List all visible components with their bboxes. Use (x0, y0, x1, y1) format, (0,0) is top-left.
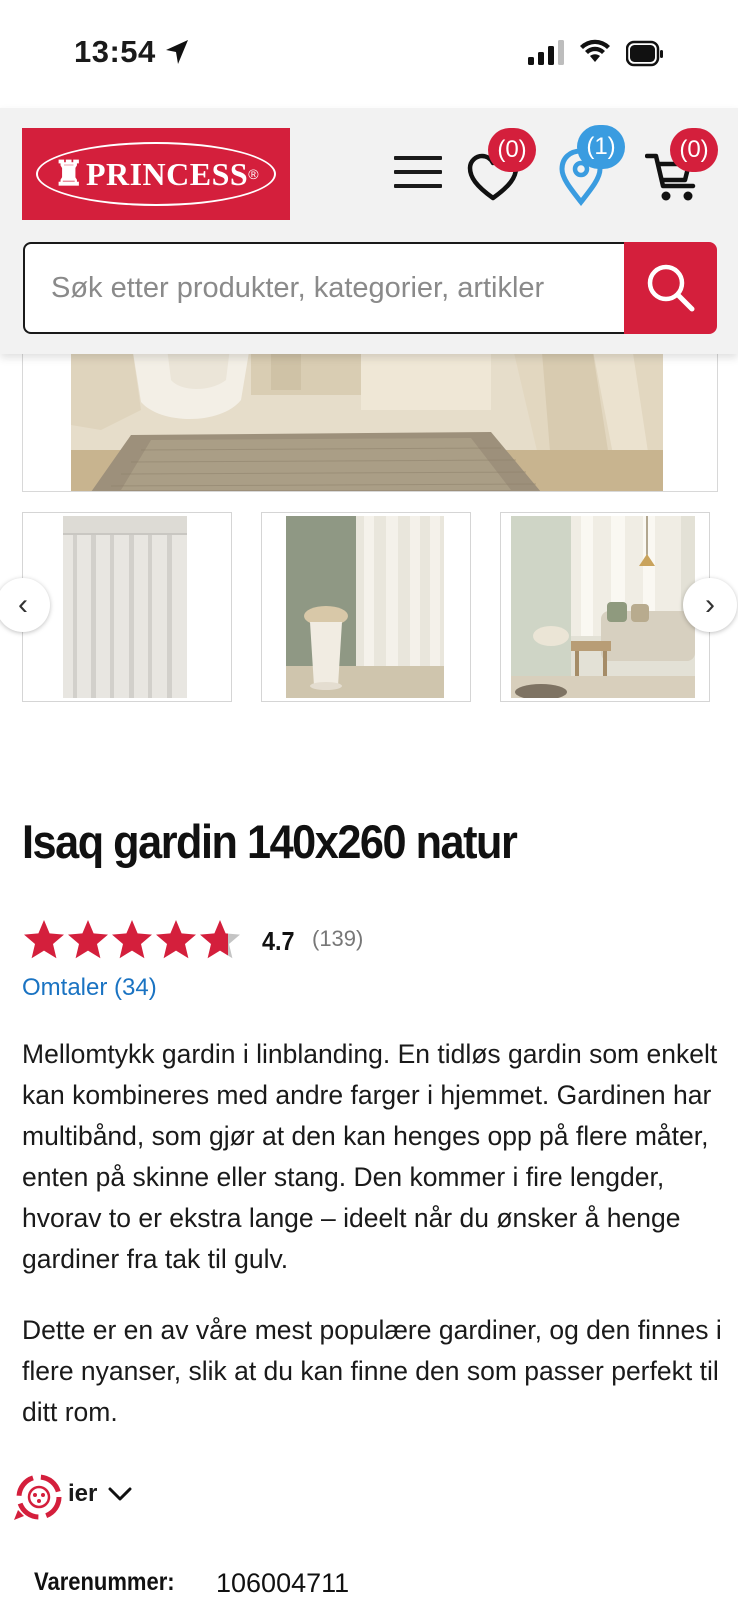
chat-widget-button[interactable] (12, 1470, 66, 1524)
logo-oval: ♜ PRINCESS ® (36, 142, 276, 206)
star-icon (156, 920, 196, 959)
chat-support-icon (14, 1474, 62, 1520)
hamburger-menu-icon[interactable] (394, 156, 442, 192)
status-time: 13:54 (74, 34, 156, 69)
main-product-photo (71, 340, 663, 491)
sku-value: 106004711 (216, 1568, 350, 1598)
thumbnail-window-photo (286, 516, 444, 698)
carousel-next-button[interactable]: › (683, 578, 737, 632)
sku-row: Varenummer: 106004711 (34, 1568, 734, 1600)
thumbnail-1[interactable] (22, 512, 232, 702)
status-bar: 13:54 (0, 0, 738, 108)
thumbnail-curtain-photo (63, 516, 187, 698)
star-icon (112, 920, 152, 959)
thumbnail-livingroom-photo (511, 516, 695, 698)
rating-stars (22, 918, 242, 964)
search-bar (23, 242, 717, 334)
sku-label: Varenummer: (34, 1568, 175, 1596)
rating-count: (139) (312, 926, 364, 951)
cart-count-badge: (0) (670, 128, 718, 172)
main-product-image[interactable] (22, 340, 718, 492)
princess-logo[interactable]: ♜ PRINCESS ® (22, 128, 290, 220)
site-header: ♜ PRINCESS ® (0) (1) (0) (0, 108, 738, 354)
thumbnail-2[interactable] (261, 512, 471, 702)
logo-text: PRINCESS (85, 155, 249, 192)
location-services-icon (166, 40, 188, 64)
star-icon (68, 920, 108, 959)
reviews-link[interactable]: Omtaler (34) (22, 974, 157, 1002)
store-count-badge: (1) (577, 125, 625, 169)
specifications-toggle-label: ier (68, 1480, 98, 1507)
logo-crown-icon: ♜ (53, 156, 84, 193)
product-title: Isaq gardin 140x260 natur (22, 815, 518, 868)
product-description-paragraph: Mellomtykk gardin i linblanding. En tidl… (22, 1039, 718, 1274)
search-icon (647, 264, 694, 312)
chevron-down-icon (108, 1487, 132, 1501)
cellular-signal-icon (528, 40, 564, 65)
curtain-room-photo (71, 340, 663, 491)
wishlist-count-badge: (0) (488, 128, 536, 172)
wifi-icon (580, 39, 610, 62)
battery-icon (626, 40, 663, 67)
rating-value: 4.7 (262, 926, 295, 956)
product-description-paragraph: Dette er en av våre mest populære gardin… (22, 1315, 722, 1427)
star-icon (200, 920, 240, 959)
search-input[interactable] (23, 242, 627, 334)
star-icon (24, 920, 64, 959)
search-button[interactable] (624, 242, 717, 334)
thumbnail-3[interactable] (500, 512, 710, 702)
logo-registered-mark: ® (248, 166, 259, 182)
